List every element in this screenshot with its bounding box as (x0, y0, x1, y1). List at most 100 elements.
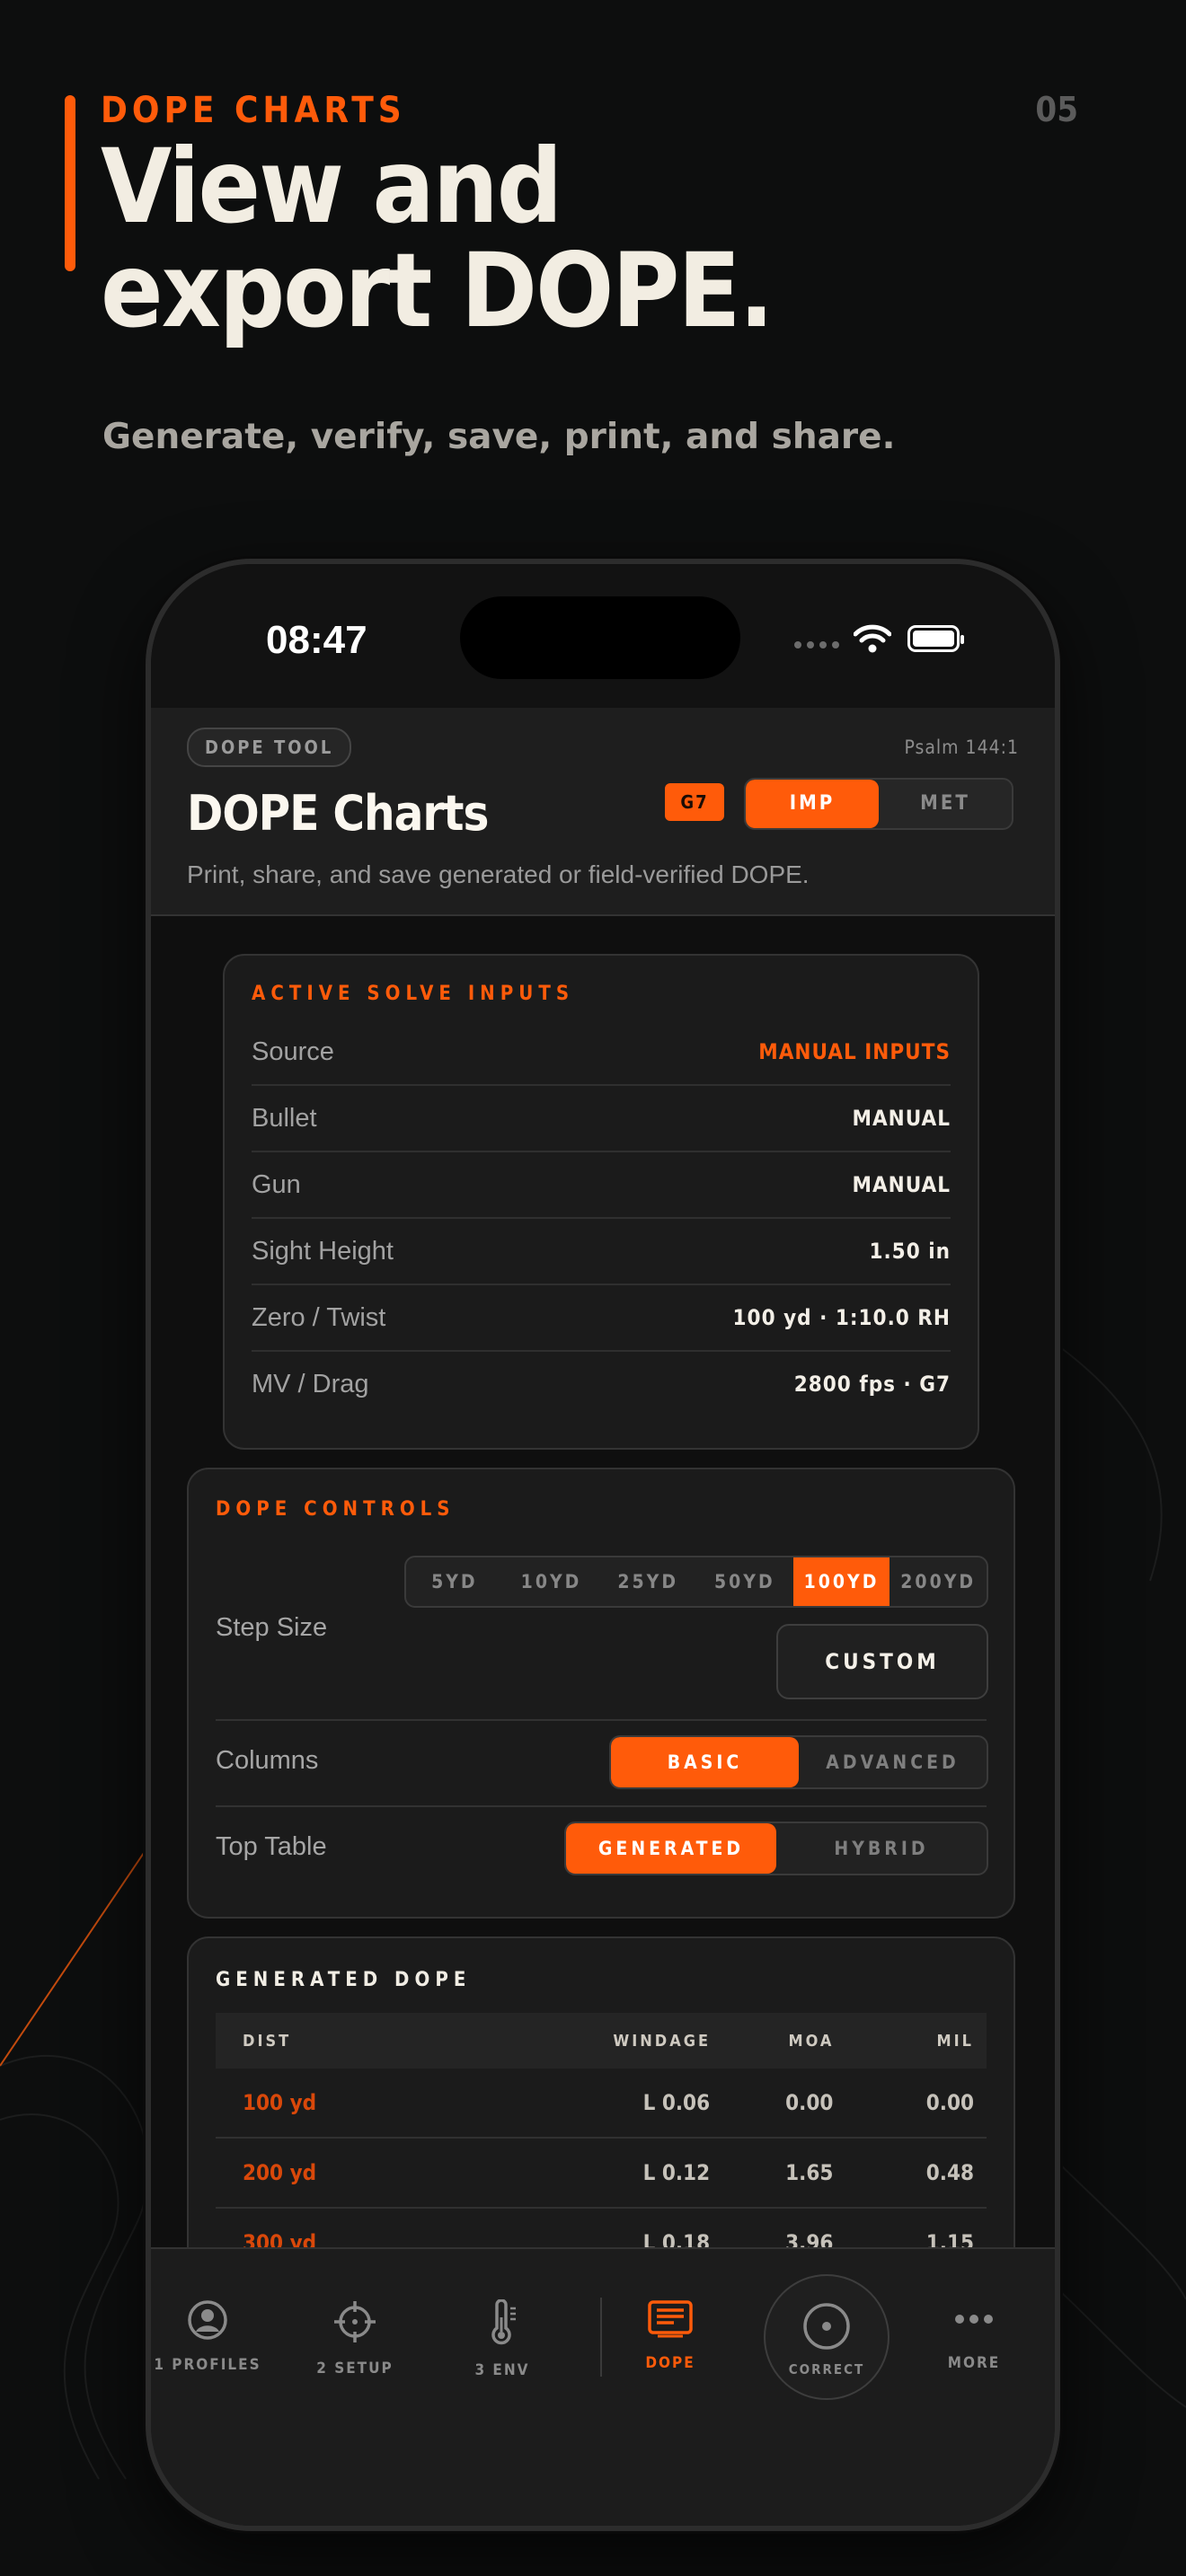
tab-label: 1 PROFILES (154, 2356, 261, 2374)
columns-segmented[interactable]: BASIC ADVANCED (609, 1735, 988, 1789)
input-row-zero-twist: Zero / Twist 100 yd · 1:10.0 RH (252, 1285, 951, 1352)
row-label: Zero / Twist (252, 1302, 386, 1332)
step-option-10yd[interactable]: 10YD (503, 1557, 600, 1606)
cell-windage: L 0.12 (467, 2138, 712, 2209)
cell-moa: 3.96 (711, 2208, 835, 2247)
tab-separator (600, 2298, 602, 2377)
unit-option-imperial[interactable]: IMP (746, 780, 879, 828)
step-size-label: Step Size (216, 1613, 328, 1642)
unit-toggle[interactable]: IMP MET (744, 778, 1013, 830)
tab-environment[interactable]: 3 ENV (435, 2298, 570, 2379)
table-row: 100 yd L 0.06 0.00 0.00 (216, 2069, 987, 2139)
column-header-mil: MIL (834, 2013, 987, 2069)
input-row-bullet: Bullet MANUAL (252, 1086, 951, 1152)
input-row-sight-height: Sight Height 1.50 in (252, 1219, 951, 1285)
verse-label: Psalm 144:1 (904, 737, 1019, 758)
thermometer-icon (491, 2298, 516, 2345)
tab-label: 3 ENV (474, 2361, 530, 2379)
cell-mil: 1.15 (834, 2208, 987, 2247)
row-value: MANUAL INPUTS (758, 1039, 951, 1064)
card-title: GENERATED DOPE (216, 1969, 472, 1991)
crosshair-icon (334, 2301, 376, 2342)
row-label: Bullet (252, 1103, 317, 1133)
target-icon (803, 2303, 850, 2350)
row-label: MV / Drag (252, 1369, 369, 1398)
scroll-content[interactable]: ACTIVE SOLVE INPUTS Source MANUAL INPUTS… (151, 916, 1055, 2247)
columns-option-basic[interactable]: BASIC (611, 1737, 799, 1787)
tab-profiles[interactable]: 1 PROFILES (151, 2299, 275, 2374)
table-header-row: DIST WINDAGE MOA MIL (216, 2013, 987, 2069)
input-row-gun: Gun MANUAL (252, 1152, 951, 1219)
tab-label: DOPE (645, 2354, 695, 2372)
bottom-tab-bar: 1 PROFILES 2 SETUP 3 ENV DOPE CORRECT MO… (151, 2247, 1055, 2526)
dope-controls-card: DOPE CONTROLS Step Size 5YD 10YD 25YD 50… (187, 1468, 1015, 1919)
tab-label: MORE (947, 2354, 1001, 2372)
accent-bar (65, 95, 75, 271)
status-time: 08:47 (266, 618, 367, 662)
row-value: 100 yd · 1:10.0 RH (732, 1305, 951, 1330)
generated-dope-card: GENERATED DOPE DIST WINDAGE MOA MIL 100 … (187, 1936, 1015, 2247)
app-header: DOPE TOOL Psalm 144:1 DOPE Charts G7 IMP… (151, 708, 1055, 916)
headline: View and export DOPE. (101, 135, 999, 343)
cellular-signal-icon (794, 641, 839, 648)
cell-dist: 100 yd (216, 2069, 468, 2139)
top-table-option-hybrid[interactable]: HYBRID (776, 1823, 987, 1874)
tool-tag: DOPE TOOL (187, 728, 352, 767)
section-eyebrow: DOPE CHARTS (101, 90, 406, 131)
row-label: Source (252, 1037, 334, 1066)
top-table-segmented[interactable]: GENERATED HYBRID (564, 1822, 988, 1875)
active-solve-inputs-card: ACTIVE SOLVE INPUTS Source MANUAL INPUTS… (223, 954, 979, 1450)
page-number: 05 (1035, 90, 1078, 129)
cell-moa: 1.65 (711, 2138, 835, 2209)
top-table-label: Top Table (216, 1832, 327, 1861)
tab-setup[interactable]: 2 SETUP (288, 2299, 422, 2378)
cell-mil: 0.00 (834, 2069, 987, 2139)
input-row-mv-drag: MV / Drag 2800 fps · G7 (252, 1352, 951, 1416)
row-value: MANUAL (852, 1106, 951, 1131)
dope-card-icon (648, 2300, 693, 2338)
more-icon (955, 2315, 993, 2324)
dynamic-island (460, 596, 740, 679)
tab-label: CORRECT (788, 2361, 865, 2378)
step-option-5yd[interactable]: 5YD (406, 1557, 503, 1606)
headline-line-1: View and (101, 127, 562, 246)
step-option-200yd[interactable]: 200YD (890, 1557, 987, 1606)
headline-line-2: export DOPE. (101, 231, 774, 350)
divider (216, 1805, 987, 1807)
table-row: 200 yd L 0.12 1.65 0.48 (216, 2138, 987, 2209)
step-size-segmented[interactable]: 5YD 10YD 25YD 50YD 100YD 200YD (404, 1556, 988, 1608)
dope-table: DIST WINDAGE MOA MIL 100 yd L 0.06 0.00 … (216, 2013, 987, 2247)
tab-more[interactable]: MORE (907, 2299, 1041, 2372)
tab-dope[interactable]: DOPE (603, 2299, 738, 2372)
top-table-option-generated[interactable]: GENERATED (566, 1823, 776, 1874)
row-label: Gun (252, 1169, 301, 1199)
card-title: ACTIVE SOLVE INPUTS (252, 983, 575, 1005)
page-title: DOPE Charts (187, 785, 489, 842)
wifi-icon (854, 624, 891, 653)
custom-step-button[interactable]: CUSTOM (776, 1624, 988, 1699)
cell-mil: 0.48 (834, 2138, 987, 2209)
column-header-windage: WINDAGE (467, 2013, 712, 2069)
table-row: 300 yd L 0.18 3.96 1.15 (216, 2208, 987, 2247)
divider (216, 1719, 987, 1721)
columns-option-advanced[interactable]: ADVANCED (799, 1737, 987, 1787)
step-option-50yd[interactable]: 50YD (696, 1557, 793, 1606)
unit-option-metric[interactable]: MET (879, 780, 1012, 828)
tab-label: 2 SETUP (316, 2360, 394, 2378)
row-value: MANUAL (852, 1172, 951, 1197)
row-value: 1.50 in (869, 1239, 951, 1264)
column-header-moa: MOA (711, 2013, 835, 2069)
battery-icon (907, 625, 964, 652)
cell-dist: 300 yd (216, 2208, 468, 2247)
subhead: Generate, verify, save, print, and share… (102, 417, 896, 457)
cell-windage: L 0.06 (467, 2069, 712, 2139)
step-option-100yd[interactable]: 100YD (792, 1557, 890, 1606)
step-option-25yd[interactable]: 25YD (599, 1557, 696, 1606)
columns-label: Columns (216, 1746, 319, 1775)
input-row-source: Source MANUAL INPUTS (252, 1019, 951, 1086)
phone-frame: 08:47 DOPE TOOL Psalm 144:1 DOPE Charts … (146, 559, 1060, 2531)
cell-moa: 0.00 (711, 2069, 835, 2139)
page-description: Print, share, and save generated or fiel… (187, 860, 810, 888)
row-label: Sight Height (252, 1236, 394, 1266)
tab-correct[interactable]: CORRECT (764, 2274, 890, 2400)
